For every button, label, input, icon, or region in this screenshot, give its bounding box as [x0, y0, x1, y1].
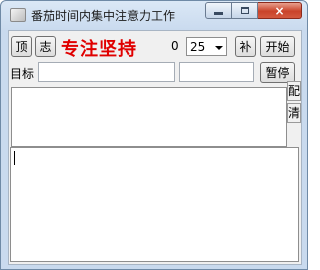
start-button[interactable]: 开始	[260, 36, 295, 57]
window-title: 番茄时间内集中注意力工作	[31, 9, 176, 23]
secondary-input[interactable]	[179, 62, 254, 82]
notes-editor[interactable]	[10, 147, 299, 262]
client-area: 顶 志 专注坚持 0 25 补 开始 目标 暂停 配 清	[8, 30, 302, 265]
slogan-text: 专注坚持	[61, 39, 137, 60]
maximize-icon	[240, 7, 249, 14]
maximize-button[interactable]	[232, 2, 258, 19]
close-icon: ×	[274, 3, 285, 18]
app-window: 番茄时间内集中注意力工作 × 顶 志 专注坚持 0 25 补 开始 目标 暂停 …	[0, 0, 308, 270]
top-button[interactable]: 顶	[11, 36, 32, 57]
close-button[interactable]: ×	[258, 2, 302, 19]
app-icon	[10, 8, 26, 22]
text-caret	[14, 151, 15, 165]
config-tab[interactable]: 配	[287, 81, 301, 101]
goal-label: 目标	[10, 67, 35, 81]
clear-tab[interactable]: 清	[287, 103, 301, 123]
duration-value: 25	[190, 40, 206, 54]
pause-button[interactable]: 暂停	[260, 62, 295, 83]
minimize-icon	[214, 12, 223, 15]
goal-input[interactable]	[38, 62, 175, 82]
add-button[interactable]: 补	[235, 36, 256, 57]
duration-select[interactable]: 25	[186, 37, 227, 56]
pomodoro-count: 0	[171, 39, 179, 53]
minimize-button[interactable]	[205, 2, 232, 19]
title-bar[interactable]: 番茄时间内集中注意力工作 ×	[1, 1, 307, 29]
task-list-panel[interactable]	[11, 87, 287, 147]
chevron-down-icon	[215, 46, 223, 50]
log-button[interactable]: 志	[35, 36, 56, 57]
